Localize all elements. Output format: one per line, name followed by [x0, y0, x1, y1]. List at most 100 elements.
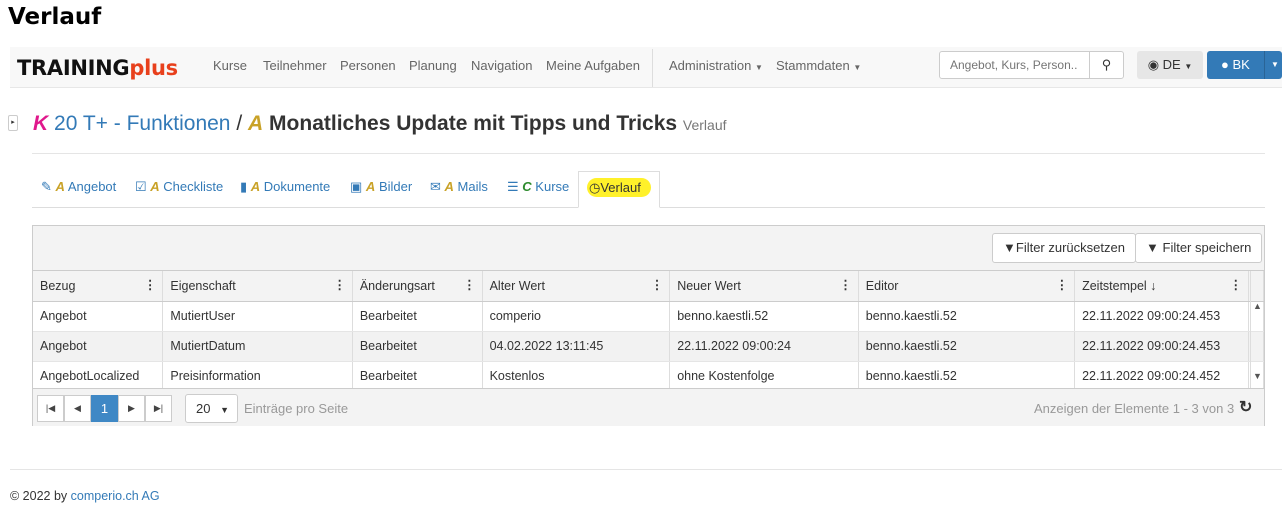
tab-label: Mails	[457, 179, 488, 194]
nav-divider	[652, 49, 653, 87]
caret-down-icon: ▼	[755, 63, 763, 72]
brand-accent: plus	[129, 56, 178, 80]
caret-down-icon: ▼	[220, 405, 230, 415]
page-subtitle: Verlauf	[682, 117, 727, 133]
footer-text: © 2022 by	[10, 489, 68, 503]
table-row[interactable]: Angebot MutiertDatum Bearbeitet 04.02.2022 …	[33, 331, 1265, 362]
column-header[interactable]: Zeitstempel ↓ ⋮	[1074, 271, 1249, 302]
nav-navigation[interactable]: Navigation	[471, 58, 532, 73]
nav-kurse[interactable]: Kurse	[213, 58, 247, 73]
nav-stammdaten[interactable]: Stammdaten ▼	[776, 58, 861, 73]
column-header[interactable]: Eigenschaft ⋮	[162, 271, 353, 302]
table-cell: MutiertUser	[162, 301, 353, 332]
table-cell: Kostenlos	[482, 361, 671, 392]
course-link[interactable]: 20 T+ - Funktionen	[54, 112, 230, 135]
column-header[interactable]: Änderungsart ⋮	[352, 271, 483, 302]
tab-label: Angebot	[67, 179, 117, 194]
column-menu-icon[interactable]: ⋮	[839, 277, 852, 292]
column-menu-icon[interactable]: ⋮	[144, 277, 157, 292]
column-header[interactable]: Editor ⋮	[858, 271, 1076, 302]
tab-prefix: A	[365, 179, 376, 194]
column-header-label: Neuer Wert	[677, 278, 741, 293]
table-row[interactable]: AngebotLocalized Preisinformation Bearbeit…	[33, 361, 1265, 392]
nav-meine-aufgaben[interactable]: Meine Aufgaben	[546, 58, 640, 73]
column-menu-icon[interactable]: ⋮	[651, 277, 664, 292]
column-menu-icon[interactable]: ⋮	[333, 277, 346, 292]
breadcrumb-separator: /	[236, 112, 243, 135]
tab-bilder[interactable]: ▣ A Bilder	[350, 179, 412, 195]
globe-icon: ◉	[1147, 57, 1160, 72]
page-size-label: Einträge pro Seite	[244, 401, 349, 416]
column-header[interactable]: Bezug ⋮	[33, 271, 164, 302]
offer-type-letter: A	[248, 112, 264, 135]
nav-teilnehmer[interactable]: Teilnehmer	[263, 58, 327, 73]
table-cell: Bearbeitet	[352, 301, 483, 332]
table-cell: 22.11.2022 09:00:24.452	[1074, 361, 1249, 392]
page-size-select[interactable]: 20 ▼	[185, 394, 238, 423]
offer-title: Monatliches Update mit Tipps und Tricks	[269, 112, 678, 135]
footer-link[interactable]: comperio.ch AG	[71, 489, 160, 503]
reset-filter-label: Filter zurücksetzen	[1015, 240, 1125, 255]
tab-prefix: A	[444, 179, 454, 194]
last-page-button[interactable]: ▶|	[145, 395, 172, 422]
column-header-label: Zeitstempel	[1082, 278, 1147, 293]
history-table: Bezug ⋮ Eigenschaft ⋮ Änderungsart ⋮ Alter Wer…	[33, 271, 1265, 392]
table-cell: comperio	[482, 301, 671, 332]
sidebar-toggle[interactable]: ▸	[8, 115, 18, 131]
picture-icon: ▣	[350, 179, 363, 194]
sort-desc-icon[interactable]: ↓	[1150, 279, 1156, 293]
brand-logo[interactable]: TRAININGplus	[17, 56, 178, 80]
column-header[interactable]: Neuer Wert ⋮	[669, 271, 859, 302]
tab-prefix: C	[522, 179, 532, 194]
column-menu-icon[interactable]: ⋮	[1056, 277, 1069, 292]
reset-filter-button[interactable]: ▼Filter zurücksetzen	[992, 233, 1136, 263]
history-icon: ◷	[589, 180, 601, 195]
user-initials: BK	[1232, 57, 1250, 72]
tab-checkliste[interactable]: ☑ A Checkliste	[135, 179, 223, 195]
pager-info: Anzeigen der Elemente 1 - 3 von 3	[1034, 401, 1235, 416]
column-header[interactable]: Alter Wert ⋮	[482, 271, 671, 302]
nav-personen[interactable]: Personen	[340, 58, 396, 73]
table-cell: 04.02.2022 13:11:45	[482, 331, 671, 362]
tab-prefix: A	[250, 179, 261, 194]
search-button[interactable]: ⚲	[1089, 52, 1123, 78]
table-row[interactable]: Angebot MutiertUser Bearbeitet comperio benn…	[33, 301, 1265, 332]
search-box: ⚲	[939, 51, 1124, 79]
scroll-down-icon[interactable]: ▼	[1251, 371, 1264, 381]
nav-planung[interactable]: Planung	[409, 58, 457, 73]
tab-mails[interactable]: ✉ A Mails	[430, 179, 488, 195]
tab-prefix: A	[55, 179, 65, 194]
table-cell: Bearbeitet	[352, 331, 483, 362]
tab-kurse[interactable]: ☰ C Kurse	[507, 179, 569, 195]
column-header-label: Änderungsart	[359, 278, 435, 293]
user-menu-button[interactable]: ● BK ▼	[1207, 51, 1282, 79]
footer-divider	[10, 469, 1282, 470]
nav-stammdaten-label: Stammdaten	[776, 58, 850, 73]
grid-toolbar: ▼Filter zurücksetzen ▼ Filter speichern	[33, 226, 1264, 271]
table-cell: ohne Kostenfolge	[669, 361, 859, 392]
refresh-icon[interactable]: ↻	[1239, 397, 1252, 417]
language-label: DE	[1162, 57, 1181, 72]
tab-dokumente[interactable]: ▮ A Dokumente	[240, 179, 330, 195]
tab-angebot[interactable]: ✎ A Angebot	[41, 179, 116, 195]
vertical-scrollbar[interactable]: ▲ ▼	[1250, 271, 1264, 388]
first-page-button[interactable]: |◀	[37, 395, 64, 422]
scroll-up-icon[interactable]: ▲	[1251, 301, 1264, 311]
caret-down-icon[interactable]: ▼	[1264, 51, 1279, 79]
language-dropdown[interactable]: ◉ DE ▼	[1137, 51, 1203, 79]
navbar: TRAININGplus Kurse Teilnehmer Personen P…	[10, 47, 1282, 88]
column-menu-icon[interactable]: ⋮	[463, 277, 476, 292]
tab-verlauf[interactable]: ◷Verlauf	[578, 171, 660, 208]
table-cell: AngebotLocalized	[33, 361, 164, 392]
prev-page-button[interactable]: ◀	[64, 395, 91, 422]
next-page-button[interactable]: ▶	[118, 395, 145, 422]
column-menu-icon[interactable]: ⋮	[1229, 277, 1242, 292]
file-icon: ▮	[240, 179, 248, 194]
nav-administration[interactable]: Administration ▼	[669, 58, 763, 73]
save-filter-button[interactable]: ▼ Filter speichern	[1135, 233, 1263, 263]
search-input[interactable]	[940, 52, 1090, 78]
table-cell: benno.kaestli.52	[858, 361, 1076, 392]
page-button[interactable]: 1	[91, 395, 118, 422]
tab-bar: ✎ A Angebot ☑ A Checkliste ▮ A Dokumente…	[32, 171, 1265, 208]
breadcrumb: K 20 T+ - Funktionen / A Monatliches Upd…	[33, 112, 727, 136]
